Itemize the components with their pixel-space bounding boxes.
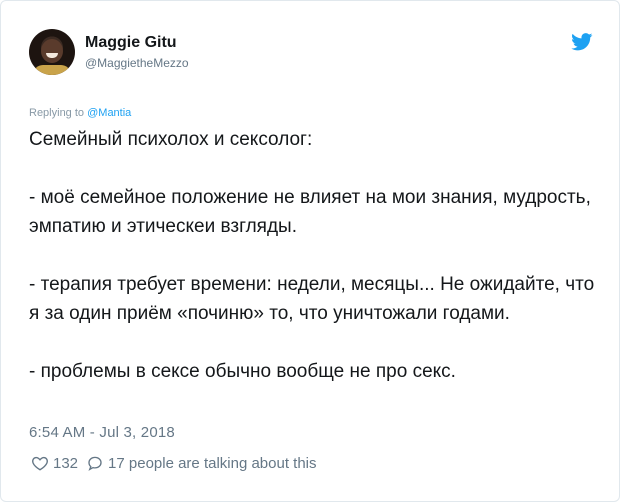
replying-prefix: Replying to (29, 107, 85, 119)
replies-text[interactable]: 17 people are talking about this (108, 455, 316, 472)
avatar-face (41, 39, 63, 63)
tweet-header: Maggie Gitu @MaggietheMezzo (29, 29, 189, 75)
author-names: Maggie Gitu @MaggietheMezzo (85, 33, 189, 71)
tweet-body: Семейный психолох и сексолог: - моё семе… (29, 125, 595, 386)
tweet-paragraph: - проблемы в сексе обычно вообще не про … (29, 361, 456, 382)
avatar[interactable] (29, 29, 75, 75)
avatar-shoulders (33, 65, 71, 75)
tweet-timestamp[interactable]: 6:54 AM - Jul 3, 2018 (29, 424, 175, 441)
author-handle[interactable]: @MaggietheMezzo (85, 55, 189, 71)
reply-bubble-icon[interactable] (86, 454, 104, 472)
replying-to: Replying to @Mantia (29, 107, 131, 119)
twitter-bird-icon[interactable] (571, 33, 593, 51)
heart-icon[interactable] (31, 454, 49, 472)
tweet-card: Maggie Gitu @MaggietheMezzo Replying to … (0, 0, 620, 502)
tweet-paragraph: - терапия требует времени: недели, месяц… (29, 274, 595, 324)
tweet-paragraph: - моё семейное положение не влияет на мо… (29, 187, 591, 237)
tweet-actions: 132 17 people are talking about this (31, 454, 317, 472)
like-count: 132 (53, 454, 79, 472)
author-display-name[interactable]: Maggie Gitu (85, 33, 189, 53)
tweet-paragraph: Семейный психолох и сексолог: (29, 129, 313, 150)
replying-mention[interactable]: @Mantia (87, 107, 131, 119)
